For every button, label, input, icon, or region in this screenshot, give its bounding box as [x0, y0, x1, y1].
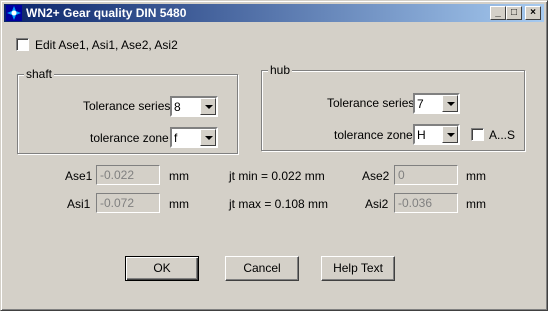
hub-as-label: A...S: [489, 128, 516, 142]
gear-quality-dialog: WN2+ Gear quality DIN 5480 _ □ × Edit As…: [0, 0, 548, 311]
asi2-unit: mm: [466, 197, 486, 211]
edit-values-checkbox[interactable]: [16, 38, 29, 51]
hub-tolerance-zone-select[interactable]: H: [413, 124, 460, 145]
asi1-field: -0.072: [96, 193, 160, 213]
asi1-label: Asi1: [67, 197, 91, 211]
shaft-tolerance-zone-select[interactable]: f: [170, 127, 218, 148]
shaft-tolerance-zone-label: tolerance zone: [90, 131, 169, 145]
shaft-tolerance-series-select[interactable]: 8: [170, 96, 218, 117]
hub-as-checkbox[interactable]: [471, 128, 484, 141]
title-bar[interactable]: WN2+ Gear quality DIN 5480 _ □ ×: [4, 4, 544, 22]
asi2-label: Asi2: [365, 197, 389, 211]
ase1-unit: mm: [169, 169, 189, 183]
chevron-down-icon[interactable]: [442, 95, 458, 112]
maximize-button[interactable]: □: [506, 6, 522, 20]
shaft-tolerance-zone-value: f: [174, 131, 178, 145]
chevron-down-icon[interactable]: [442, 126, 458, 143]
ase2-field: 0: [394, 165, 458, 185]
hub-tolerance-zone-label: tolerance zone: [334, 128, 413, 142]
help-text-button[interactable]: Help Text: [321, 256, 395, 281]
hub-tolerance-series-select[interactable]: 7: [413, 93, 460, 114]
ase1-label: Ase1: [65, 169, 93, 183]
edit-values-label: Edit Ase1, Asi1, Ase2, Asi2: [35, 38, 178, 52]
hub-group-title: hub: [268, 63, 293, 77]
ase2-unit: mm: [466, 169, 486, 183]
chevron-down-icon[interactable]: [200, 129, 216, 146]
jt-max-text: jt max = 0.108 mm: [229, 197, 329, 211]
shaft-tolerance-series-value: 8: [174, 100, 181, 114]
shaft-group-title: shaft: [24, 67, 55, 81]
shaft-tolerance-series-label: Tolerance series: [83, 99, 171, 113]
close-button[interactable]: ×: [525, 6, 541, 20]
ok-button[interactable]: OK: [125, 256, 199, 281]
ase1-field: -0.022: [96, 165, 160, 185]
ase2-label: Ase2: [362, 169, 390, 183]
jt-min-text: jt min = 0.022 mm: [229, 169, 325, 183]
chevron-down-icon[interactable]: [200, 98, 216, 115]
cancel-button[interactable]: Cancel: [225, 256, 299, 281]
asi1-unit: mm: [169, 197, 189, 211]
hub-tolerance-series-label: Tolerance series: [327, 96, 415, 110]
window-title: WN2+ Gear quality DIN 5480: [26, 6, 187, 20]
app-icon: [6, 5, 22, 21]
minimize-button[interactable]: _: [490, 6, 506, 20]
hub-tolerance-series-value: 7: [417, 97, 424, 111]
asi2-field: -0.036: [394, 193, 458, 213]
hub-tolerance-zone-value: H: [417, 128, 426, 142]
